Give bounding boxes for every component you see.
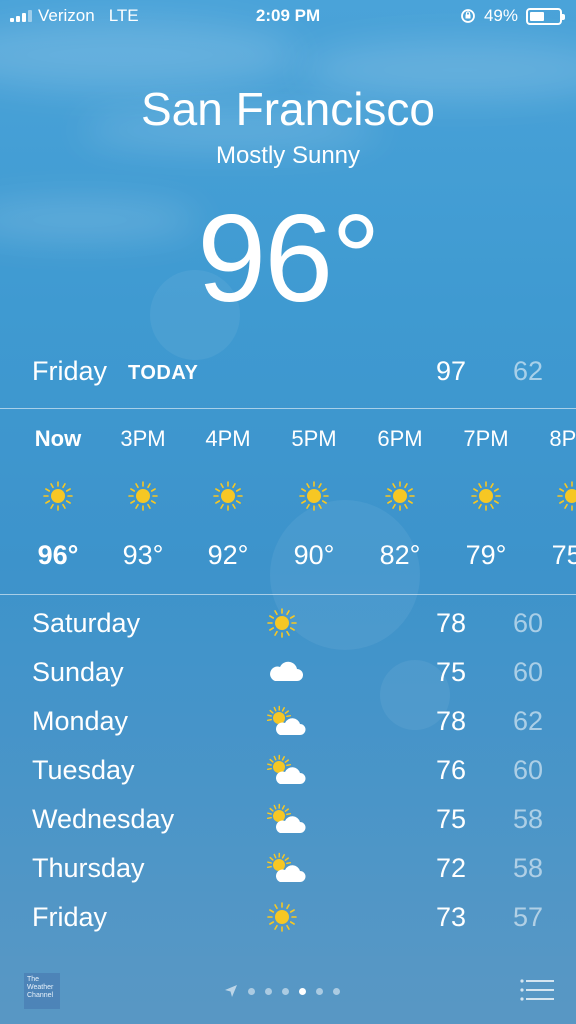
hourly-time: 8PM <box>549 426 576 451</box>
page-dot[interactable] <box>282 987 289 995</box>
daily-high: 78 <box>435 706 466 736</box>
hourly-temp: 96° <box>37 540 79 570</box>
hourly-time: 7PM <box>463 426 509 451</box>
daily-day: Wednesday <box>32 804 175 834</box>
bottom-toolbar: The Weather Channel <box>0 956 576 1024</box>
partly-cloudy-icon <box>266 852 306 882</box>
hourly-temp: 93° <box>122 540 164 570</box>
daily-low: 62 <box>512 706 543 736</box>
weather-channel-logo[interactable]: The Weather Channel <box>24 973 60 1009</box>
hourly-temp: 92° <box>207 540 249 570</box>
sun-icon <box>267 608 297 638</box>
city-name: San Francisco <box>140 83 435 135</box>
daily-row: Friday 73 57 <box>0 894 576 943</box>
daily-row: Wednesday 75 58 <box>0 796 576 845</box>
battery-icon <box>526 7 565 25</box>
hourly-temp: 79° <box>465 540 507 570</box>
sun-icon <box>299 481 329 511</box>
hourly-time: 6PM <box>377 426 423 451</box>
daily-low: 60 <box>512 657 543 687</box>
hourly-temp: 75° <box>551 540 576 570</box>
divider-middle <box>0 594 576 595</box>
page-dot[interactable] <box>265 987 272 995</box>
daily-row: Thursday 72 58 <box>0 845 576 894</box>
daily-high: 73 <box>435 902 466 932</box>
status-bar: Verizon LTE 2:09 PM 49% <box>0 0 576 34</box>
sun-icon <box>128 481 158 511</box>
battery-percent: 49% <box>483 6 518 25</box>
sun-icon <box>385 481 415 511</box>
sun-icon <box>557 481 576 511</box>
daily-high: 72 <box>435 853 466 883</box>
daily-day: Sunday <box>32 657 124 687</box>
daily-row: Tuesday 76 60 <box>0 747 576 796</box>
current-temperature: 96° <box>197 190 381 328</box>
sun-icon <box>213 481 243 511</box>
daily-high: 78 <box>435 608 466 638</box>
daily-low: 57 <box>512 902 543 932</box>
sun-icon <box>471 481 501 511</box>
daily-low: 58 <box>512 853 543 883</box>
daily-low: 60 <box>512 608 543 638</box>
page-dot[interactable] <box>248 987 255 995</box>
today-day: Friday <box>32 356 108 386</box>
divider-top <box>0 408 576 409</box>
daily-day: Tuesday <box>32 755 135 785</box>
hourly-time: 3PM <box>120 426 166 451</box>
current-condition: Mostly Sunny <box>215 142 361 169</box>
sun-icon <box>43 481 73 511</box>
daily-day: Monday <box>32 706 129 736</box>
partly-cloudy-icon <box>266 754 306 784</box>
daily-forecast-list[interactable]: Saturday 78 60 Sunday 75 60 Monday 78 62 Tu… <box>0 600 576 955</box>
daily-day: Saturday <box>32 608 141 638</box>
page-dot[interactable] <box>299 987 306 995</box>
hourly-temp: 90° <box>293 540 335 570</box>
hourly-time: 4PM <box>205 426 251 451</box>
today-tag: TODAY <box>128 362 199 384</box>
daily-high: 75 <box>435 657 466 687</box>
location-arrow-icon <box>225 985 237 997</box>
daily-row: Sunday 75 60 <box>0 649 576 698</box>
daily-row: Monday 78 62 <box>0 698 576 747</box>
cloud-icon <box>270 661 303 681</box>
city-list-icon[interactable] <box>520 978 554 1002</box>
partly-cloudy-icon <box>266 705 306 735</box>
orientation-lock-icon <box>461 9 475 23</box>
today-low: 62 <box>512 356 543 386</box>
today-high: 97 <box>435 356 466 386</box>
partly-cloudy-icon <box>266 803 306 833</box>
today-summary-row: Friday TODAY 97 62 <box>0 348 576 398</box>
daily-day: Friday <box>32 902 108 932</box>
hourly-temp: 82° <box>379 540 421 570</box>
daily-low: 58 <box>512 804 543 834</box>
sun-icon <box>267 902 297 932</box>
daily-high: 76 <box>435 755 466 785</box>
daily-low: 60 <box>512 755 543 785</box>
page-dot[interactable] <box>333 987 340 995</box>
hourly-time: 5PM <box>291 426 337 451</box>
page-indicator[interactable] <box>224 984 340 998</box>
hourly-time: Now <box>34 426 82 451</box>
page-dot[interactable] <box>316 987 323 995</box>
hourly-forecast-strip[interactable]: Now 96° 3PM 93° 4PM 92° 5PM 90° 6PM 82° 7PM 7… <box>0 410 576 594</box>
daily-row: Saturday 78 60 <box>0 600 576 649</box>
daily-high: 75 <box>435 804 466 834</box>
daily-day: Thursday <box>32 853 145 883</box>
